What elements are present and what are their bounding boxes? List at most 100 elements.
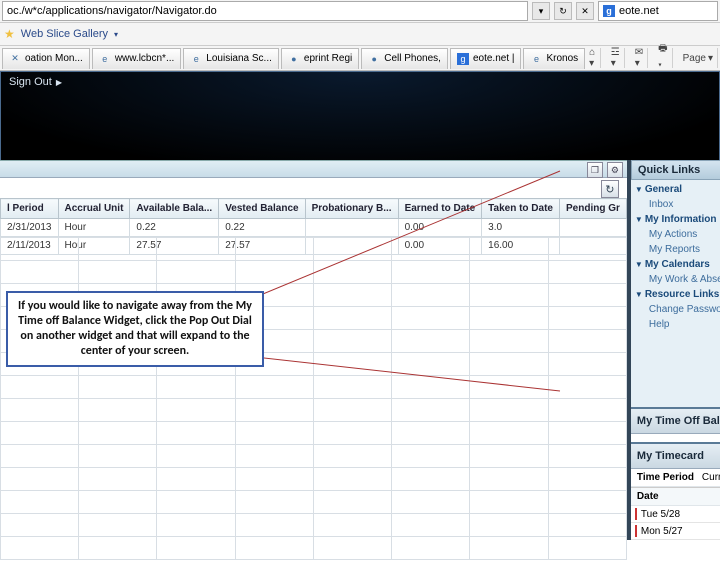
grid-cell — [548, 238, 626, 261]
tab-label: eote.net | — [473, 53, 515, 64]
quicklinks-section-header[interactable]: ▼Resource Links — [635, 287, 720, 302]
grid-cell — [79, 491, 157, 514]
refresh-icon[interactable]: ↻ — [554, 2, 572, 20]
timecard-date-row[interactable]: Mon 5/27 — [631, 523, 720, 540]
grid-cell — [470, 422, 548, 445]
browser-tab[interactable]: g eote.net | — [450, 48, 522, 69]
grid-cell — [1, 514, 79, 537]
signout-arrow-icon: ▶ — [56, 78, 62, 87]
balance-widget-titlebar: ❐ ⚙ — [0, 161, 627, 178]
browser-tab[interactable]: eKronos — [523, 48, 585, 69]
grid-cell — [157, 399, 235, 422]
table-header[interactable]: Available Bala... — [130, 199, 219, 219]
grid-cell — [548, 399, 626, 422]
quicklinks-item[interactable]: Help — [635, 317, 720, 332]
time-period-value[interactable]: Current Pay Period — [702, 472, 720, 483]
grid-cell — [1, 422, 79, 445]
grid-cell — [157, 445, 235, 468]
favorites-star-icon[interactable]: ★ — [4, 27, 15, 41]
grid-cell — [313, 376, 391, 399]
gear-icon[interactable]: ⚙ — [607, 162, 623, 178]
popout-icon[interactable]: ❐ — [587, 162, 603, 178]
quicklinks-section-header[interactable]: ▼General — [635, 182, 720, 197]
table-row[interactable]: 2/31/2013Hour0.220.220.003.0 — [1, 219, 627, 237]
triangle-down-icon: ▼ — [635, 290, 643, 299]
browser-tab[interactable]: eLouisiana Sc... — [183, 48, 279, 69]
go-dropdown-icon[interactable]: ▾ — [532, 2, 550, 20]
grid-cell — [548, 307, 626, 330]
quicklinks-section-header[interactable]: ▼My Information — [635, 212, 720, 227]
quicklinks-item[interactable]: Change Password — [635, 302, 720, 317]
google-icon: g — [603, 5, 615, 17]
tab-favicon: ● — [368, 53, 380, 65]
tab-favicon: g — [457, 53, 469, 65]
quicklinks-section-header[interactable]: ▼My Calendars — [635, 257, 720, 272]
grid-cell — [470, 399, 548, 422]
grid-cell — [470, 445, 548, 468]
print-button[interactable]: 🖶 ▾ — [654, 48, 672, 68]
browser-tabs-row: ✕oation Mon...ewww.lcbcn*...eLouisiana S… — [0, 46, 720, 71]
table-header[interactable]: Probationary B... — [305, 199, 398, 219]
quick-links-header[interactable]: Quick Links ▾ — [631, 160, 720, 180]
tab-favicon: ● — [288, 53, 300, 65]
sign-out-link[interactable]: Sign Out ▶ — [1, 72, 70, 92]
grid-cell — [235, 491, 313, 514]
time-off-balance-header[interactable]: My Time Off Balance ❐ — [631, 407, 720, 434]
browser-tab[interactable]: ●eprint Regi — [281, 48, 359, 69]
table-cell: 0.22 — [130, 219, 219, 237]
browser-tab[interactable]: ewww.lcbcn*... — [92, 48, 181, 69]
grid-cell — [235, 468, 313, 491]
feeds-button[interactable]: ☲ ▾ — [607, 48, 625, 68]
grid-cell — [313, 261, 391, 284]
grid-cell — [235, 238, 313, 261]
my-timecard-header[interactable]: My Timecard ❐ — [631, 442, 720, 469]
browser-tab[interactable]: ●Cell Phones, — [361, 48, 448, 69]
web-slice-gallery[interactable]: Web Slice Gallery — [21, 28, 108, 40]
table-header[interactable]: Earned to Date — [398, 199, 482, 219]
tab-label: oation Mon... — [25, 53, 83, 64]
quicklinks-item[interactable]: My Actions — [635, 227, 720, 242]
grid-cell — [79, 261, 157, 284]
table-header[interactable]: Taken to Date — [482, 199, 560, 219]
table-cell — [305, 219, 398, 237]
url-input[interactable] — [2, 1, 528, 21]
stop-icon[interactable]: ✕ — [576, 2, 594, 20]
grid-cell — [392, 468, 470, 491]
quicklinks-item[interactable]: My Work & Absence Summary — [635, 272, 720, 287]
quicklinks-item[interactable]: Inbox — [635, 197, 720, 212]
table-header[interactable]: l Period — [1, 199, 59, 219]
grid-cell — [157, 468, 235, 491]
grid-cell — [235, 399, 313, 422]
timecard-date-row[interactable]: Tue 5/28 — [631, 506, 720, 523]
home-button[interactable]: ⌂ ▾ — [585, 48, 601, 68]
refresh-button[interactable]: ↻ — [601, 180, 619, 198]
grid-cell — [392, 376, 470, 399]
grid-cell — [313, 445, 391, 468]
dropdown-icon[interactable]: ▾ — [114, 30, 118, 39]
table-header[interactable]: Accrual Unit — [58, 199, 130, 219]
browser-tab[interactable]: ✕oation Mon... — [2, 48, 90, 69]
empty-grid — [0, 237, 627, 540]
browser-toolbar-right: ⌂ ▾ ☲ ▾ ✉ ▾ 🖶 ▾ Page ▾ — [585, 48, 718, 68]
mail-button[interactable]: ✉ ▾ — [631, 48, 648, 68]
table-header[interactable]: Vested Balance — [219, 199, 305, 219]
quicklinks-item[interactable]: My Reports — [635, 242, 720, 257]
grid-cell — [313, 307, 391, 330]
grid-cell — [470, 491, 548, 514]
page-menu[interactable]: Page ▾ — [679, 48, 718, 68]
grid-cell — [313, 514, 391, 537]
timecard-body: Time Period Current Pay Period Date In O… — [631, 469, 720, 540]
browser-address-bar: ▾ ↻ ✕ g eote.net — [0, 0, 720, 23]
grid-cell — [548, 422, 626, 445]
grid-cell — [235, 422, 313, 445]
browser-search[interactable]: g eote.net — [598, 1, 718, 21]
grid-cell — [470, 307, 548, 330]
grid-cell — [548, 445, 626, 468]
tab-favicon: e — [530, 53, 542, 65]
grid-cell — [392, 445, 470, 468]
grid-cell — [79, 376, 157, 399]
grid-cell — [392, 238, 470, 261]
grid-cell — [548, 284, 626, 307]
grid-cell — [157, 491, 235, 514]
table-header[interactable]: Pending Gr — [560, 199, 627, 219]
